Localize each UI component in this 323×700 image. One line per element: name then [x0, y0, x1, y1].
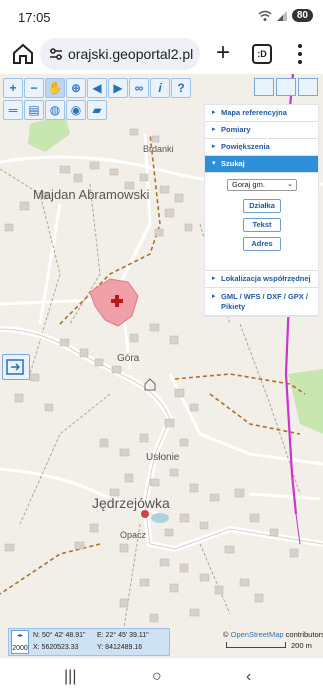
zoom-window-icon[interactable]: ⊕ [66, 78, 86, 98]
home-icon[interactable] [10, 41, 36, 67]
system-nav-bar: ||| ○ ‹ [0, 658, 323, 700]
map-area[interactable]: Brdanki Majdan Abramowski Góra Usłonie J… [0, 74, 323, 658]
panel-item-powiekszenia[interactable]: ▸ Powiększenia [205, 139, 318, 156]
x-coordinate-value: X: 5620523.33 [33, 644, 79, 651]
panel-item-szukaj[interactable]: ▾ Szukaj [205, 156, 318, 173]
tab-switcher-button[interactable]: :D [252, 44, 272, 64]
panel-item-gml[interactable]: ▸ GML / WFS / DXF / GPX / Pikiety [205, 288, 318, 316]
site-settings-icon[interactable] [48, 46, 64, 62]
globe-icon[interactable]: ◍ [45, 100, 65, 120]
address-bar[interactable]: orajski.geoportal2.pl [40, 38, 200, 70]
zoom-out-icon[interactable]: − [24, 78, 44, 98]
scale-icon: ◂▸ [16, 633, 24, 639]
info-icon[interactable]: i [150, 78, 170, 98]
panel-item-mapa-referencyjna[interactable]: ▸ Mapa referencyjna [205, 105, 318, 122]
caret-right-icon: ▸ [212, 293, 216, 300]
pan-hand-icon[interactable]: ✋ [45, 78, 65, 98]
caret-down-icon: ▾ [212, 160, 216, 167]
battery-icon: 80 [291, 9, 313, 22]
scale-label: 200 m [291, 641, 312, 650]
dzialka-button[interactable]: Działka [243, 199, 281, 213]
more-menu-icon[interactable] [294, 42, 306, 66]
panel-item-lokalizacja[interactable]: ▸ Lokalizacja współrzędnej [205, 271, 318, 288]
help-icon[interactable]: ? [171, 78, 191, 98]
video-icon[interactable]: ▰ [87, 100, 107, 120]
map-label-brdanki: Brdanki [143, 144, 174, 154]
window-icon[interactable] [254, 78, 274, 96]
map-label-gora: Góra [117, 353, 140, 364]
y-coordinate-value: Y: 8412489.16 [97, 644, 143, 651]
panel-item-pomiary[interactable]: ▸ Pomiary [205, 122, 318, 139]
caret-right-icon: ▸ [212, 126, 216, 133]
scale-box[interactable]: ◂▸ 2000 [11, 630, 29, 654]
recent-apps-icon[interactable]: ||| [64, 668, 76, 686]
search-section: Goraj gm. ⌄ Działka Tekst Adres [205, 173, 318, 271]
status-icons: 80 [258, 9, 313, 22]
map-label-jedrzejowka: Jędrzejówka [92, 495, 170, 511]
map-label-majdan: Majdan Abramowski [33, 187, 149, 202]
expand-panel-button[interactable] [2, 354, 30, 380]
link-icon[interactable]: ∞ [129, 78, 149, 98]
browser-toolbar: orajski.geoportal2.pl + :D [0, 34, 323, 74]
osm-link[interactable]: OpenStreetMap [231, 630, 284, 639]
latitude-value: N: 50° 42' 48.91" [33, 632, 86, 639]
measure-icon[interactable]: ═ [3, 100, 23, 120]
new-tab-icon[interactable]: + [210, 40, 236, 68]
caret-right-icon: ▸ [212, 275, 216, 282]
status-time: 17:05 [18, 10, 51, 25]
caret-right-icon: ▸ [212, 143, 216, 150]
panel-toggle-icon[interactable] [298, 78, 318, 96]
map-toolbar: + − ✋ ⊕ ◀ ▶ ∞ i ? ═ ▤ ◍ ◉ ▰ [0, 76, 192, 122]
url-text: orajski.geoportal2.pl [68, 46, 194, 62]
adres-button[interactable]: Adres [243, 237, 281, 251]
wifi-icon [258, 10, 272, 21]
forward-arrow-icon[interactable]: ▶ [108, 78, 128, 98]
signal-icon [276, 10, 287, 21]
tekst-button[interactable]: Tekst [243, 218, 281, 232]
expand-arrow-icon [6, 359, 24, 375]
longitude-value: E: 22° 45' 39.11" [97, 632, 149, 639]
map-label-opacz: Opacz [120, 530, 147, 540]
scale-bar [226, 642, 286, 648]
map-attribution: © OpenStreetMap contributors [223, 630, 323, 639]
target-icon[interactable]: ◉ [66, 100, 86, 120]
print-icon[interactable]: ▤ [24, 100, 44, 120]
fire-station-icon [141, 510, 149, 518]
coordinates-panel: ◂▸ 2000 N: 50° 42' 48.91" E: 22° 45' 39.… [8, 628, 170, 656]
back-icon[interactable]: ‹ [246, 668, 251, 686]
chevron-down-icon: ⌄ [287, 181, 293, 188]
status-bar: 17:05 80 [0, 0, 323, 34]
gmina-select[interactable]: Goraj gm. ⌄ [227, 179, 297, 191]
zoom-in-icon[interactable]: + [3, 78, 23, 98]
export-icon[interactable] [276, 78, 296, 96]
home-circle-icon[interactable]: ○ [152, 668, 162, 686]
map-label-uslonie: Usłonie [146, 452, 180, 463]
tools-panel: ▸ Mapa referencyjna ▸ Pomiary ▸ Powiększ… [204, 104, 319, 317]
caret-right-icon: ▸ [212, 109, 216, 116]
back-arrow-icon[interactable]: ◀ [87, 78, 107, 98]
